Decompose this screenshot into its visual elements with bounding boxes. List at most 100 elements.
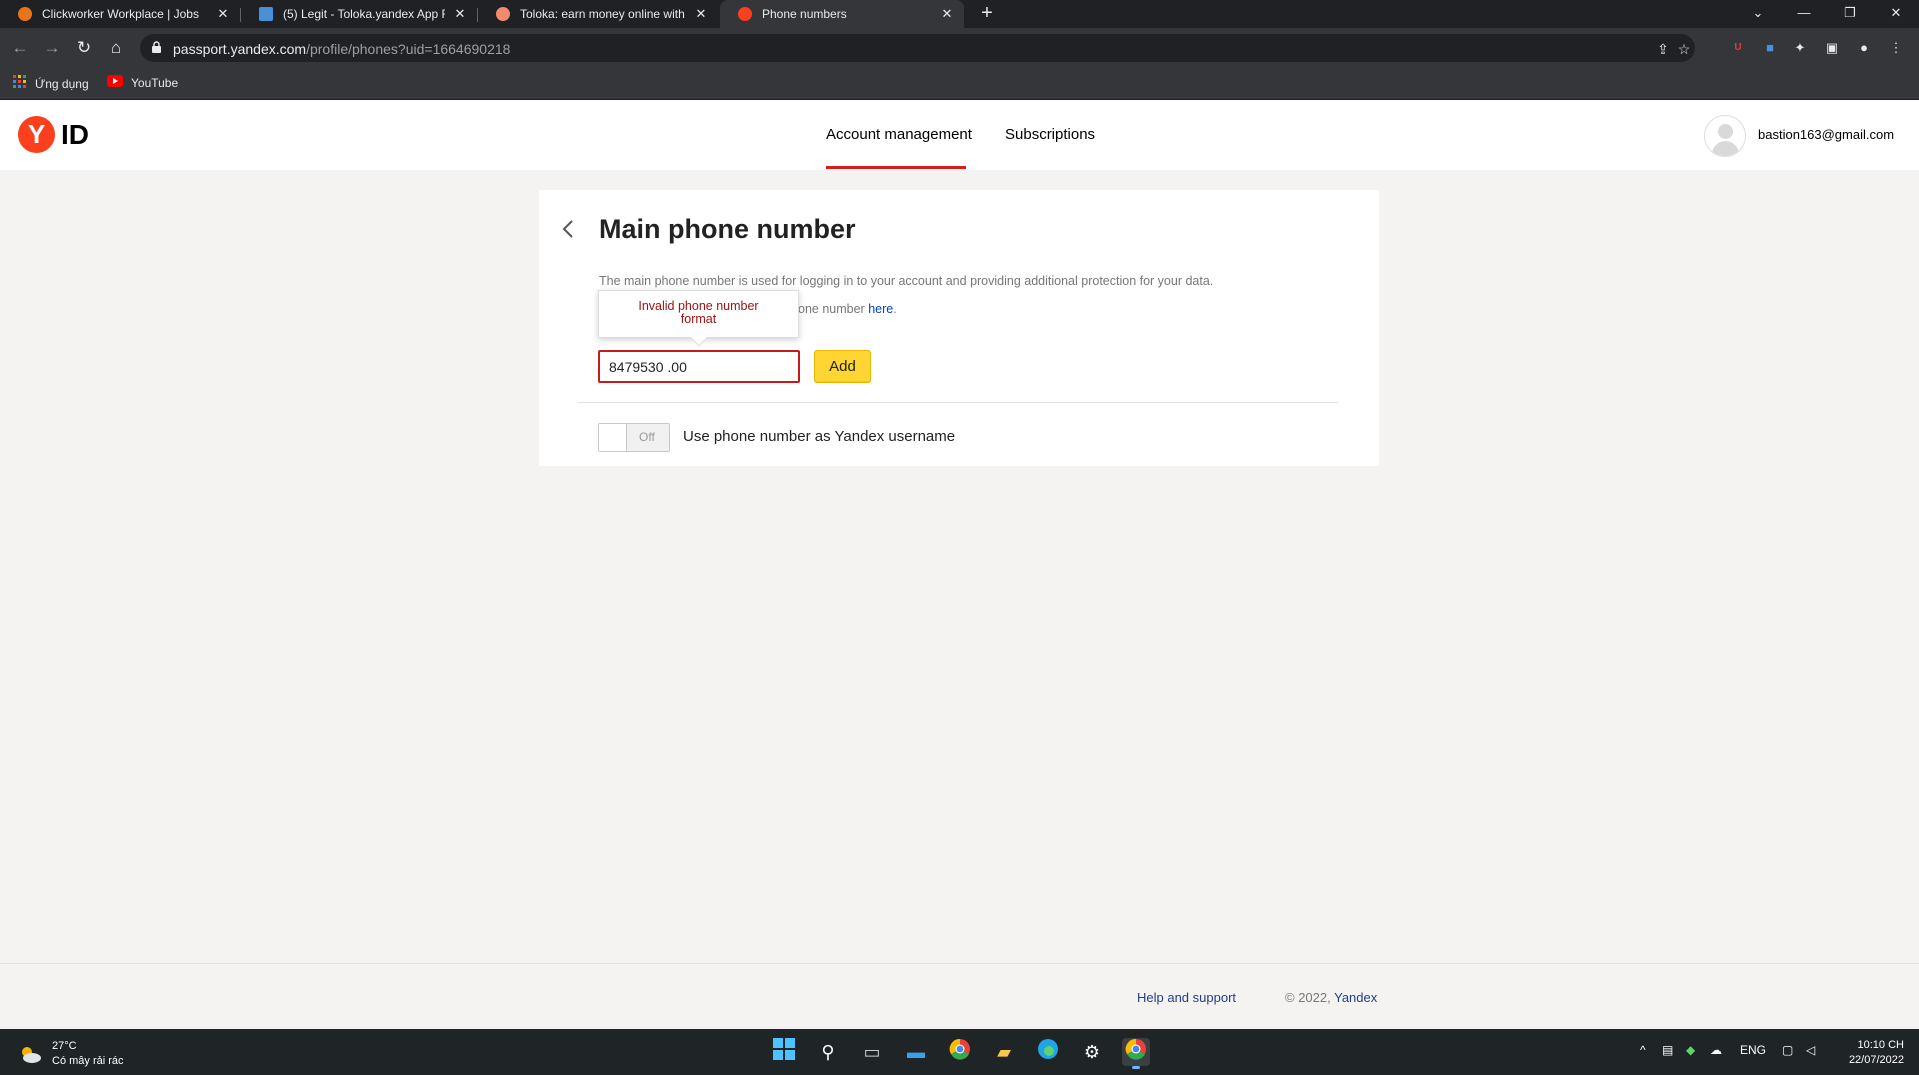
- yandex-link[interactable]: Yandex: [1334, 990, 1377, 1005]
- avatar-head: [1718, 124, 1733, 139]
- toggle-knob: [599, 424, 627, 451]
- description-partial-text: one number: [798, 302, 865, 316]
- description-second-line: one number here.: [798, 302, 897, 316]
- browser-toolbar: ← → ↻ ⌂ passport.yandex.com/profile/phon…: [0, 28, 1919, 68]
- ublock-extension-icon[interactable]: U: [1728, 38, 1748, 58]
- tab-phone-numbers[interactable]: Phone numbers ✕: [720, 0, 964, 28]
- nav-subscriptions[interactable]: Subscriptions: [1005, 126, 1095, 143]
- chrome-icon[interactable]: [946, 1038, 974, 1066]
- chrome-active-icon[interactable]: [1122, 1038, 1150, 1069]
- close-window-button[interactable]: ✕: [1878, 0, 1914, 28]
- divider: [578, 402, 1338, 403]
- tray-status-icon[interactable]: ◆: [1686, 1043, 1695, 1057]
- here-link[interactable]: here: [868, 302, 893, 316]
- bookmark-youtube[interactable]: YouTube: [107, 75, 178, 90]
- bookmark-label: Ứng dụng: [35, 76, 89, 91]
- profile-icon[interactable]: ●: [1854, 38, 1874, 58]
- error-message: Invalid phone number format: [638, 299, 759, 326]
- tab-title: (5) Legit - Toloka.yandex App Rev: [283, 7, 445, 21]
- display-icon[interactable]: ▢: [1782, 1043, 1793, 1057]
- tab-toloka[interactable]: Toloka: earn money online with z ✕: [478, 0, 718, 28]
- minimize-button[interactable]: —: [1786, 0, 1822, 28]
- show-hidden-icons-chevron-icon[interactable]: ^: [1640, 1043, 1646, 1057]
- toggle-label: Use phone number as Yandex username: [683, 428, 956, 445]
- desktop-app-icon[interactable]: ▬: [902, 1038, 930, 1066]
- restore-button[interactable]: ❐: [1832, 0, 1868, 28]
- toloka-favicon-icon: [496, 7, 510, 21]
- windows-start-icon[interactable]: [770, 1038, 798, 1066]
- yandex-header: Y ID Account management Subscriptions ba…: [0, 100, 1919, 170]
- tab-title: Phone numbers: [762, 7, 847, 21]
- clickworker-favicon-icon: [18, 7, 32, 21]
- share-icon[interactable]: ⇪: [1654, 40, 1672, 58]
- partly-cloudy-icon: [22, 1047, 41, 1063]
- youtube-icon: [107, 75, 123, 90]
- search-icon[interactable]: ⚲: [814, 1038, 842, 1066]
- toggle-state-label: Off: [639, 430, 655, 444]
- file-explorer-icon[interactable]: ▰: [990, 1038, 1018, 1066]
- extensions-puzzle-icon[interactable]: ✦: [1790, 38, 1810, 58]
- help-support-link[interactable]: Help and support: [1137, 990, 1236, 1005]
- reload-icon[interactable]: ↻: [72, 36, 96, 60]
- home-icon[interactable]: ⌂: [104, 36, 128, 60]
- tab-title: Clickworker Workplace | Jobs: [42, 7, 199, 21]
- copyright-text: © 2022,: [1285, 990, 1331, 1005]
- windows-taskbar: 27°C Có mây rải rác ⚲ ▭ ▬ ▰ ⚙ ^ ▤ ◆ ☁ EN…: [0, 1029, 1919, 1075]
- phone-input[interactable]: [598, 350, 800, 383]
- weather-description: Có mây rải rác: [52, 1055, 124, 1067]
- copyright: © 2022, Yandex: [1285, 990, 1377, 1005]
- yandex-favicon-icon: [738, 7, 752, 21]
- add-button[interactable]: Add: [814, 350, 871, 383]
- tab-clickworker[interactable]: Clickworker Workplace | Jobs ✕: [0, 0, 240, 28]
- clock-time: 10:10 CH: [1857, 1039, 1904, 1051]
- close-tab-icon[interactable]: ✕: [694, 6, 708, 22]
- bookmark-apps[interactable]: Ứng dụng: [13, 75, 89, 92]
- close-tab-icon[interactable]: ✕: [216, 6, 230, 22]
- language-indicator[interactable]: ENG: [1740, 1043, 1766, 1057]
- volume-icon[interactable]: ◁: [1806, 1043, 1815, 1057]
- browser-tab-strip: Clickworker Workplace | Jobs ✕ (5) Legit…: [0, 0, 1919, 28]
- edge-icon[interactable]: [1034, 1038, 1062, 1066]
- clock[interactable]: 10:10 CH 22/07/2022: [1834, 1038, 1904, 1068]
- side-panel-icon[interactable]: ▣: [1822, 38, 1842, 58]
- bookmark-label: YouTube: [131, 75, 179, 90]
- close-tab-icon[interactable]: ✕: [453, 6, 467, 22]
- url-text: passport.yandex.com/profile/phones?uid=1…: [173, 41, 510, 57]
- temperature: 27°C: [52, 1040, 77, 1052]
- error-tooltip: Invalid phone number format: [598, 290, 799, 347]
- user-email[interactable]: bastion163@gmail.com: [1758, 127, 1894, 142]
- yandex-id-logo[interactable]: Y ID: [18, 116, 89, 153]
- active-nav-indicator: [826, 166, 966, 169]
- translate-extension-icon[interactable]: ■: [1760, 38, 1780, 58]
- description-text: The main phone number is used for loggin…: [599, 274, 1214, 288]
- page-title: Main phone number: [599, 214, 856, 244]
- forward-arrow-icon[interactable]: →: [40, 36, 64, 60]
- tray-app-icon[interactable]: ▤: [1662, 1043, 1673, 1057]
- tab-search-chevron-icon[interactable]: ⌄: [1740, 0, 1776, 28]
- tab-title: Toloka: earn money online with z: [520, 7, 686, 21]
- tab-legit-toloka[interactable]: (5) Legit - Toloka.yandex App Rev ✕: [241, 0, 477, 28]
- avatar[interactable]: [1704, 115, 1746, 157]
- steam-icon[interactable]: ⚙: [1078, 1038, 1106, 1066]
- bookmark-star-icon[interactable]: ☆: [1675, 40, 1693, 58]
- clock-date: 22/07/2022: [1848, 1054, 1904, 1066]
- nav-account-management[interactable]: Account management: [826, 126, 972, 143]
- username-toggle[interactable]: Off: [598, 423, 670, 452]
- network-icon[interactable]: ☁: [1710, 1043, 1722, 1057]
- url-host: passport.yandex.com: [173, 41, 307, 57]
- task-view-icon[interactable]: ▭: [858, 1038, 886, 1066]
- close-tab-icon[interactable]: ✕: [940, 6, 954, 22]
- chrome-menu-icon[interactable]: ⋮: [1886, 38, 1906, 58]
- url-path: /profile/phones?uid=1664690218: [306, 41, 511, 57]
- lock-icon: [152, 41, 161, 53]
- weather-widget[interactable]: 27°C Có mây rải rác: [18, 1039, 124, 1069]
- review-site-favicon-icon: [259, 7, 273, 21]
- back-chevron-icon[interactable]: [559, 217, 579, 241]
- phone-card: Main phone number The main phone number …: [539, 190, 1379, 466]
- logo-id-text: ID: [61, 118, 89, 150]
- yandex-logo-icon: Y: [18, 116, 55, 153]
- back-arrow-icon[interactable]: ←: [8, 36, 32, 60]
- new-tab-button[interactable]: +: [975, 1, 999, 25]
- address-bar[interactable]: passport.yandex.com/profile/phones?uid=1…: [140, 34, 1695, 62]
- bookmarks-bar: Ứng dụng YouTube: [0, 68, 1919, 100]
